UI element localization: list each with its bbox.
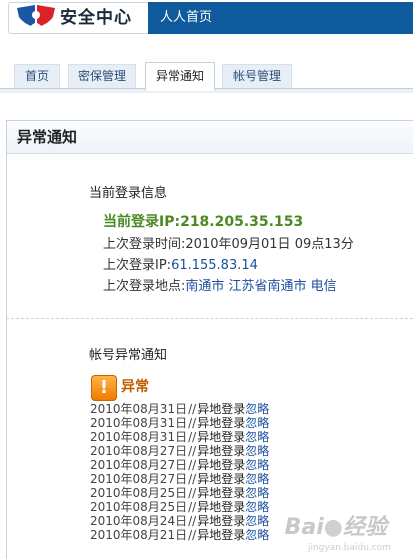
alert-separator: // (188, 514, 197, 528)
alert-date: 2010年08月21日 (90, 528, 188, 542)
ignore-link[interactable]: 忽略 (245, 528, 269, 542)
watermark-logo: Bai●经验 (284, 515, 387, 540)
alert-event: 异地登录 (197, 486, 246, 500)
last-login-location: 上次登录地点:南通市 江苏省南通市 电信 (103, 278, 337, 296)
alert-event: 异地登录 (197, 514, 246, 528)
alert-event: 异地登录 (197, 430, 246, 444)
tab-abnormal-notice[interactable]: 异常通知 (145, 62, 215, 91)
alert-date: 2010年08月27日 (90, 458, 188, 472)
last-location-value: 南通市 江苏省南通市 电信 (185, 279, 337, 294)
ignore-link[interactable]: 忽略 (245, 416, 269, 430)
alert-event: 异地登录 (197, 416, 246, 430)
ignore-link[interactable]: 忽略 (245, 430, 269, 444)
warning-label: 异常 (121, 379, 149, 395)
ignore-link[interactable]: 忽略 (245, 444, 269, 458)
alert-row: 2010年08月27日//异地登录忽略 (90, 472, 340, 486)
alert-row: 2010年08月31日//异地登录忽略 (90, 416, 340, 430)
logo-title: 安全中心 (60, 8, 132, 28)
alert-date: 2010年08月24日 (90, 514, 188, 528)
tab-bar: 首页 密保管理 异常通知 帐号管理 (0, 62, 413, 91)
alert-row: 2010年08月27日//异地登录忽略 (90, 458, 340, 472)
ignore-link[interactable]: 忽略 (245, 486, 269, 500)
ignore-link[interactable]: 忽略 (245, 500, 269, 514)
alert-row: 2010年08月25日//异地登录忽略 (90, 500, 340, 514)
alert-separator: // (188, 458, 197, 472)
alert-separator: // (188, 528, 197, 542)
ignore-link[interactable]: 忽略 (245, 458, 269, 472)
last-time-label: 上次登录时间: (103, 237, 186, 252)
alert-date: 2010年08月27日 (90, 444, 188, 458)
logo[interactable]: 安全中心 (8, 2, 149, 34)
current-ip: 当前登录IP:218.205.35.153 (103, 213, 303, 231)
warning-icon: ! (91, 375, 117, 401)
site-bar: 人人首页 (148, 2, 413, 34)
last-ip-label: 上次登录IP: (103, 258, 172, 273)
alert-event: 异地登录 (197, 402, 246, 416)
panel-header: 异常通知 (7, 121, 413, 154)
alert-separator: // (188, 402, 197, 416)
alert-separator: // (188, 416, 197, 430)
alert-date: 2010年08月31日 (90, 430, 188, 444)
alert-separator: // (188, 500, 197, 514)
header: 安全中心 人人首页 (0, 0, 413, 36)
section-divider (6, 318, 413, 319)
alert-date: 2010年08月31日 (90, 416, 188, 430)
last-location-label: 上次登录地点: (103, 279, 186, 294)
alert-event: 异地登录 (197, 500, 246, 514)
alert-row: 2010年08月25日//异地登录忽略 (90, 486, 340, 500)
last-login-ip: 上次登录IP:61.155.83.14 (103, 257, 258, 275)
alert-date: 2010年08月25日 (90, 500, 188, 514)
current-ip-label: 当前登录IP: (103, 214, 181, 230)
current-login-title: 当前登录信息 (89, 186, 168, 201)
last-time-value: 2010年09月01日 09点13分 (185, 237, 354, 252)
ignore-link[interactable]: 忽略 (245, 514, 269, 528)
alert-event: 异地登录 (197, 528, 246, 542)
ignore-link[interactable]: 忽略 (245, 472, 269, 486)
alert-event: 异地登录 (197, 458, 246, 472)
tab-account-management[interactable]: 帐号管理 (222, 64, 292, 88)
alert-event: 异地登录 (197, 472, 246, 486)
alert-date: 2010年08月27日 (90, 472, 188, 486)
tab-home[interactable]: 首页 (14, 64, 60, 88)
last-login-time: 上次登录时间:2010年09月01日 09点13分 (103, 236, 354, 254)
alert-separator: // (188, 430, 197, 444)
alert-separator: // (188, 472, 197, 486)
ignore-link[interactable]: 忽略 (245, 402, 269, 416)
alert-event: 异地登录 (197, 444, 246, 458)
alert-row: 2010年08月27日//异地登录忽略 (90, 444, 340, 458)
alert-date: 2010年08月25日 (90, 486, 188, 500)
panel-title: 异常通知 (17, 128, 78, 146)
watermark-url: jingyan.baidu.com (307, 543, 391, 553)
site-home-link[interactable]: 人人首页 (160, 9, 212, 27)
alert-date: 2010年08月31日 (90, 402, 188, 416)
tab-security-questions[interactable]: 密保管理 (68, 64, 136, 88)
alert-separator: // (188, 444, 197, 458)
alert-row: 2010年08月31日//异地登录忽略 (90, 402, 340, 416)
account-alerts-title: 帐号异常通知 (89, 348, 168, 363)
alert-separator: // (188, 486, 197, 500)
current-ip-value: 218.205.35.153 (180, 214, 304, 230)
shield-logo-icon (17, 5, 55, 27)
last-ip-value: 61.155.83.14 (171, 258, 258, 273)
alert-row: 2010年08月31日//异地登录忽略 (90, 430, 340, 444)
